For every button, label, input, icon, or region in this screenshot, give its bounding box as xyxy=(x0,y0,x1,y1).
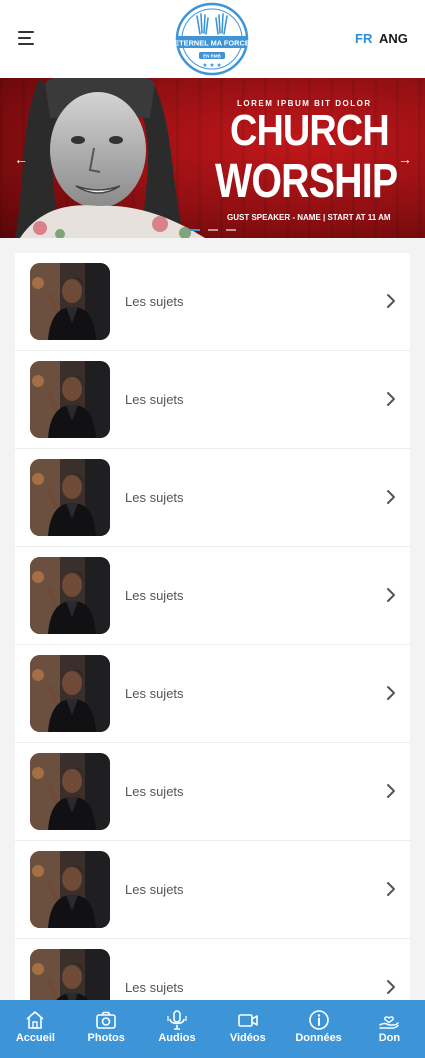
nav-item-label: Accueil xyxy=(15,1032,55,1044)
nav-item-audios[interactable]: Audios xyxy=(142,1000,213,1058)
banner-subtitle: GUST SPEAKER - NAME | START AT 11 AM xyxy=(227,213,391,222)
logo-wordmark: ETERNEL MA FORCE xyxy=(175,39,249,48)
topic-thumbnail xyxy=(30,753,110,830)
svg-text:★ ★ ★: ★ ★ ★ xyxy=(202,62,221,69)
chevron-right-icon[interactable] xyxy=(385,391,397,407)
speaker-photo xyxy=(0,78,220,238)
nav-item-donnees[interactable]: Données xyxy=(283,1000,354,1058)
hero-banner[interactable]: LOREM IPBUM BIT DOLOR CHURCH WORSHIP GUS… xyxy=(0,78,425,238)
app-header: ETERNEL MA FORCE EN RMB ★ ★ ★ FR ANG xyxy=(0,0,425,78)
topic-thumbnail xyxy=(30,851,110,928)
list-item[interactable]: Les sujets xyxy=(15,841,410,939)
topic-thumbnail xyxy=(30,655,110,732)
list-item-label: Les sujets xyxy=(125,294,184,309)
list-item[interactable]: Les sujets xyxy=(15,743,410,841)
list-item[interactable]: Les sujets xyxy=(15,547,410,645)
nav-item-accueil[interactable]: Accueil xyxy=(0,1000,71,1058)
language-ang-option[interactable]: ANG xyxy=(379,31,408,46)
list-item-label: Les sujets xyxy=(125,784,184,799)
topic-thumbnail xyxy=(30,361,110,438)
topics-list: Les sujets Les sujets Les sujets Les suj… xyxy=(15,253,410,1037)
list-item-label: Les sujets xyxy=(125,686,184,701)
logo-subtext: EN RMB xyxy=(203,54,221,59)
list-item-label: Les sujets xyxy=(125,588,184,603)
list-item[interactable]: Les sujets xyxy=(15,645,410,743)
topic-thumbnail xyxy=(30,263,110,340)
carousel-dots xyxy=(190,229,240,233)
language-fr-option[interactable]: FR xyxy=(355,31,372,46)
info-icon xyxy=(308,1009,330,1031)
nav-item-label: Données xyxy=(295,1032,342,1044)
home-icon xyxy=(24,1009,46,1031)
chevron-right-icon[interactable] xyxy=(385,293,397,309)
arrow-left-icon[interactable]: ← xyxy=(13,151,29,167)
list-item[interactable]: Les sujets xyxy=(15,449,410,547)
list-item-label: Les sujets xyxy=(125,392,184,407)
app-logo[interactable]: ETERNEL MA FORCE EN RMB ★ ★ ★ xyxy=(175,2,249,76)
topic-thumbnail xyxy=(30,557,110,634)
microphone-icon xyxy=(166,1009,188,1031)
banner-title-line-2: WORSHIP xyxy=(215,155,398,208)
chevron-right-icon[interactable] xyxy=(385,685,397,701)
nav-item-don[interactable]: Don xyxy=(354,1000,425,1058)
list-item[interactable]: Les sujets xyxy=(15,351,410,449)
nav-item-photos[interactable]: Photos xyxy=(71,1000,142,1058)
chevron-right-icon[interactable] xyxy=(385,881,397,897)
list-item-label: Les sujets xyxy=(125,490,184,505)
nav-item-label: Don xyxy=(378,1032,401,1044)
carousel-dot[interactable] xyxy=(208,229,218,231)
chevron-right-icon[interactable] xyxy=(385,587,397,603)
nav-item-videos[interactable]: Vidéos xyxy=(212,1000,283,1058)
carousel-dot[interactable] xyxy=(226,229,236,231)
nav-item-label: Photos xyxy=(87,1032,125,1044)
list-item[interactable]: Les sujets xyxy=(15,253,410,351)
chevron-right-icon[interactable] xyxy=(385,489,397,505)
chevron-right-icon[interactable] xyxy=(385,979,397,995)
banner-title-line-1: CHURCH xyxy=(230,106,390,155)
carousel-dot[interactable] xyxy=(190,229,200,231)
nav-item-label: Audios xyxy=(158,1032,196,1044)
video-icon xyxy=(237,1009,259,1031)
list-item-label: Les sujets xyxy=(125,980,184,995)
hamburger-menu-icon[interactable] xyxy=(18,30,38,46)
topic-thumbnail xyxy=(30,459,110,536)
list-item-label: Les sujets xyxy=(125,882,184,897)
bottom-navigation: Accueil Photos Audios Vidéos Données Don xyxy=(0,1000,425,1058)
camera-icon xyxy=(95,1009,117,1031)
chevron-right-icon[interactable] xyxy=(385,783,397,799)
nav-item-label: Vidéos xyxy=(229,1032,266,1044)
arrow-right-icon[interactable]: → xyxy=(397,151,413,167)
donate-hand-icon xyxy=(378,1009,400,1031)
